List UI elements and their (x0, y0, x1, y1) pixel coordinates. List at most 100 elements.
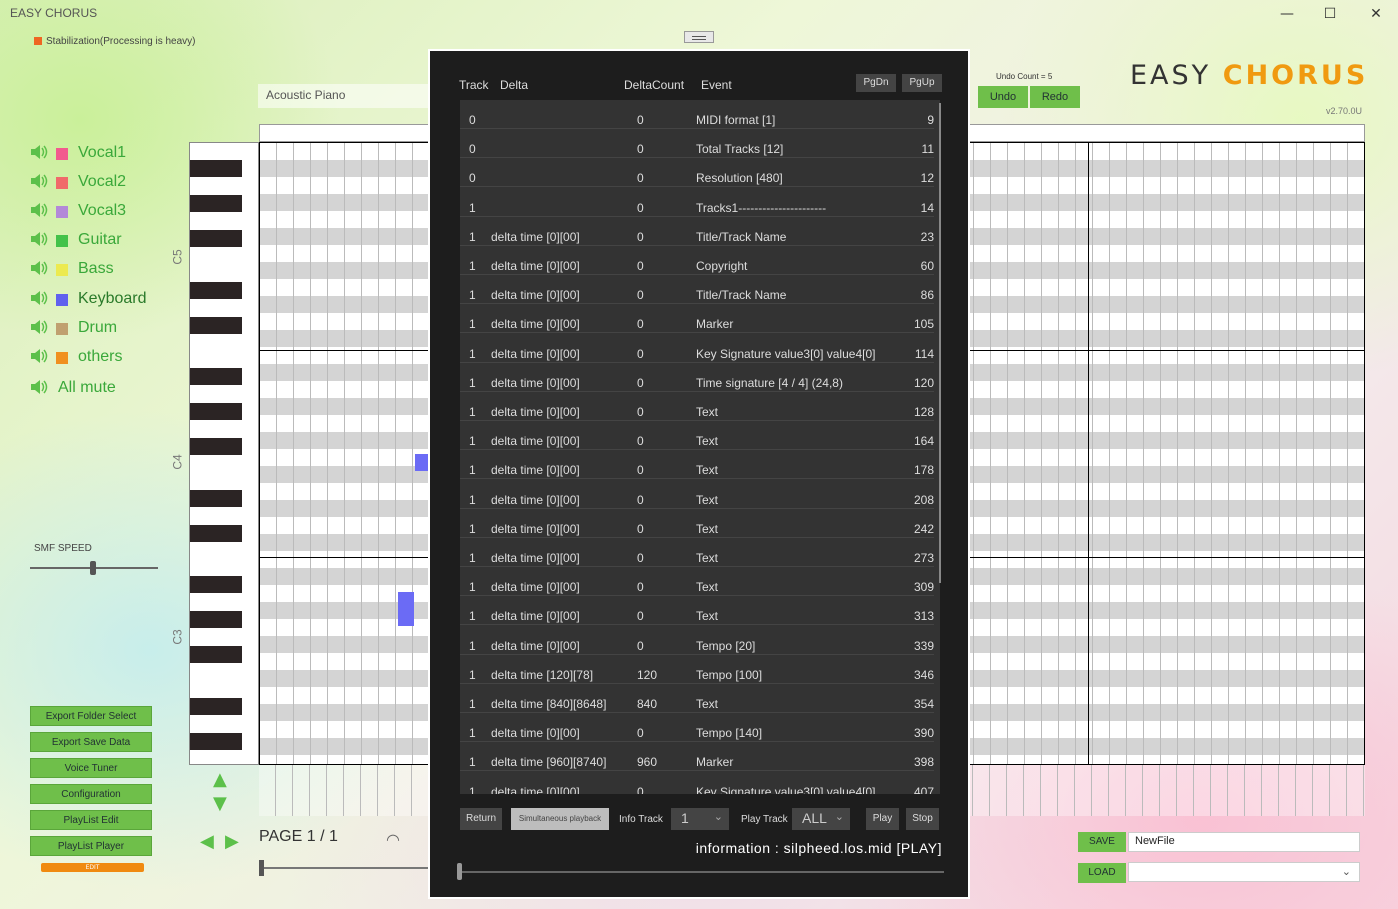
black-key[interactable] (190, 317, 242, 334)
info-track-select[interactable]: 1 ⌄ (671, 808, 729, 830)
event-row[interactable]: 1 delta time [0][00] 0 Title/Track Name 86 (460, 275, 934, 305)
playback-slider-thumb[interactable] (457, 863, 462, 880)
track-color-swatch[interactable] (56, 352, 68, 364)
file-name-field[interactable]: NewFile (1128, 832, 1360, 852)
close-button[interactable]: ✕ (1361, 4, 1391, 24)
event-row[interactable]: 1 delta time [960][8740] 960 Marker 398 (460, 742, 934, 772)
event-row[interactable]: 1 delta time [0][00] 0 Copyright 60 (460, 246, 934, 275)
speaker-icon[interactable] (30, 290, 48, 306)
scroll-right-icon[interactable]: ▶ (225, 833, 239, 851)
event-list-scrollbar[interactable] (939, 103, 941, 583)
load-button[interactable]: LOAD (1078, 863, 1126, 883)
event-row[interactable]: 0 0 MIDI format [1] 9 (460, 100, 934, 129)
note[interactable] (398, 592, 414, 609)
save-button[interactable]: SAVE (1078, 832, 1126, 852)
return-button[interactable]: Return (460, 808, 502, 830)
play-button[interactable]: Play (866, 808, 899, 830)
playback-slider[interactable] (460, 871, 944, 873)
minimize-button[interactable]: — (1272, 4, 1302, 24)
event-row[interactable]: 1 delta time [0][00] 0 Text 178 (460, 450, 934, 480)
speaker-icon[interactable] (30, 379, 48, 395)
playlist-player-button[interactable]: PlayList Player (30, 836, 152, 856)
event-row[interactable]: 1 delta time [0][00] 0 Text 128 (460, 392, 934, 421)
event-row[interactable]: 1 delta time [0][00] 0 Text 242 (460, 509, 934, 538)
edit-bar[interactable]: EDIT (41, 863, 144, 872)
undo-button[interactable]: Undo (978, 86, 1028, 108)
black-key[interactable] (190, 368, 242, 385)
event-row[interactable]: 1 delta time [0][00] 0 Text 309 (460, 567, 934, 597)
event-row[interactable]: 1 delta time [0][00] 0 Key Signature value3… (460, 334, 934, 363)
event-row[interactable]: 1 delta time [0][00] 0 Title/Track Name 23 (460, 217, 934, 246)
black-key[interactable] (190, 646, 242, 663)
black-key[interactable] (190, 195, 242, 212)
tempo-gauge-icon[interactable]: ◠ (386, 830, 400, 849)
track-color-swatch[interactable] (56, 177, 68, 189)
black-key[interactable] (190, 282, 242, 299)
scroll-left-icon[interactable]: ◀ (200, 833, 214, 851)
black-key[interactable] (190, 576, 242, 593)
event-row[interactable]: 1 delta time [0][00] 0 Tempo [140] 390 (460, 713, 934, 743)
track-color-swatch[interactable] (56, 148, 68, 160)
black-key[interactable] (190, 525, 242, 542)
event-row[interactable]: 0 0 Total Tracks [12] 11 (460, 129, 934, 159)
stabilization-checkbox[interactable]: Stabilization(Processing is heavy) (34, 36, 196, 47)
configuration-button[interactable]: Configuration (30, 784, 152, 804)
page-up-button[interactable]: PgUp (902, 74, 942, 92)
voice-tuner-button[interactable]: Voice Tuner (30, 758, 152, 778)
chevron-down-icon[interactable]: ⌄ (835, 810, 844, 823)
speaker-icon[interactable] (30, 231, 48, 247)
black-key[interactable] (190, 438, 242, 455)
event-row[interactable]: 1 delta time [0][00] 0 Text 208 (460, 480, 934, 509)
track-label[interactable]: Drum (78, 319, 117, 337)
chevron-down-icon[interactable]: ⌄ (714, 810, 723, 823)
event-row[interactable]: 1 delta time [0][00] 0 Key Signature value3… (460, 772, 934, 794)
event-row[interactable]: 1 delta time [120][78] 120 Tempo [100] 346 (460, 655, 934, 684)
speaker-icon[interactable] (30, 348, 48, 364)
load-select[interactable]: ⌄ (1128, 862, 1360, 882)
note[interactable] (398, 609, 414, 626)
track-color-swatch[interactable] (56, 323, 68, 335)
track-color-swatch[interactable] (56, 235, 68, 247)
chevron-down-icon[interactable]: ⌄ (1342, 865, 1351, 878)
event-row[interactable]: 0 0 Resolution [480] 12 (460, 158, 934, 188)
event-row[interactable]: 1 delta time [0][00] 0 Text 273 (460, 538, 934, 567)
scroll-up-icon[interactable]: ▲ (213, 771, 227, 789)
instrument-name[interactable]: Acoustic Piano (258, 84, 430, 108)
export-save-data-button[interactable]: Export Save Data (30, 732, 152, 752)
redo-button[interactable]: Redo (1030, 86, 1080, 108)
black-key[interactable] (190, 490, 242, 507)
playlist-edit-button[interactable]: PlayList Edit (30, 810, 152, 830)
bottom-slider-thumb[interactable] (259, 860, 264, 876)
event-row[interactable]: 1 0 Tracks1---------------------- 14 (460, 188, 934, 217)
stop-button[interactable]: Stop (906, 808, 939, 830)
simultaneous-playback-button[interactable]: Simultaneous playback (511, 808, 609, 830)
black-key[interactable] (190, 698, 242, 715)
event-row[interactable]: 1 delta time [0][00] 0 Tempo [20] 339 (460, 626, 934, 655)
speaker-icon[interactable] (30, 319, 48, 335)
speaker-icon[interactable] (30, 144, 48, 160)
track-label[interactable]: Vocal3 (78, 202, 126, 220)
track-label[interactable]: Keyboard (78, 290, 147, 308)
scroll-down-icon[interactable]: ▼ (213, 795, 227, 813)
black-key[interactable] (190, 611, 242, 628)
smf-speed-thumb[interactable] (90, 561, 96, 575)
track-color-swatch[interactable] (56, 264, 68, 276)
track-label[interactable]: Vocal1 (78, 144, 126, 162)
play-track-select[interactable]: ALL ⌄ (792, 808, 850, 830)
track-label[interactable]: others (78, 348, 122, 366)
black-key[interactable] (190, 160, 242, 177)
speaker-icon[interactable] (30, 202, 48, 218)
event-list[interactable]: 0 0 MIDI format [1] 9 0 0 Total Tracks [12] 11 0… (460, 100, 940, 794)
track-label[interactable]: Bass (78, 260, 114, 278)
event-row[interactable]: 1 delta time [0][00] 0 Marker 105 (460, 304, 934, 334)
bottom-slider[interactable] (259, 867, 429, 869)
event-row[interactable]: 1 delta time [0][00] 0 Text 313 (460, 596, 934, 626)
piano-keyboard[interactable] (189, 142, 259, 765)
speaker-icon[interactable] (30, 173, 48, 189)
event-row[interactable]: 1 delta time [0][00] 0 Text 164 (460, 421, 934, 451)
checkbox-icon[interactable] (34, 37, 42, 46)
speaker-icon[interactable] (30, 260, 48, 276)
track-color-swatch[interactable] (56, 206, 68, 218)
export-folder-select-button[interactable]: Export Folder Select (30, 706, 152, 726)
black-key[interactable] (190, 230, 242, 247)
